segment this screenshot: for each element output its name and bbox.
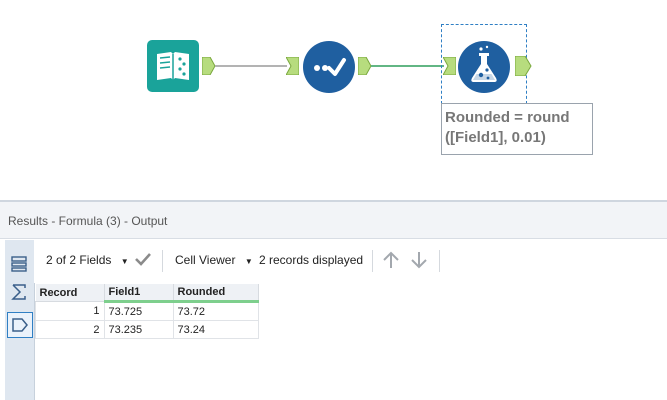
results-pane: Results - Formula (3) - Output 2 of 2 Fi… [0, 200, 667, 400]
toolbar-divider [162, 250, 163, 272]
arrow-down-icon [411, 252, 427, 269]
fields-label: 2 of 2 Fields [46, 253, 112, 267]
table-view-button[interactable] [7, 252, 31, 276]
field1-cell[interactable]: 73.235 [103, 320, 174, 339]
output-anchor-1[interactable] [202, 57, 215, 75]
fields-selector[interactable]: 2 of 2 Fields ▼ [46, 253, 129, 267]
rounded-cell[interactable]: 73.72 [172, 301, 259, 321]
sigma-icon [11, 284, 26, 300]
workflow-connections [213, 65, 444, 67]
apply-fields-button[interactable] [134, 250, 152, 271]
results-table: Record Field1 Rounded 1 73.725 73.72 2 7… [35, 284, 259, 339]
workflow-canvas[interactable]: Rounded = round ([Field1], 0.01) [0, 0, 667, 200]
table-row[interactable]: 1 73.725 73.72 [35, 301, 259, 321]
table-row[interactable]: 2 73.235 73.24 [35, 320, 259, 339]
column-header-field1[interactable]: Field1 [104, 284, 174, 303]
column-header-rounded[interactable]: Rounded [173, 284, 259, 303]
tag-icon [12, 318, 28, 332]
table-header-row: Record Field1 Rounded [35, 284, 259, 303]
records-count: 2 records displayed [259, 253, 364, 267]
results-header: Results - Formula (3) - Output [0, 202, 667, 239]
input-anchor-2[interactable] [286, 57, 299, 75]
cell-viewer-label: Cell Viewer [175, 253, 236, 267]
cell-viewer-dropdown[interactable]: Cell Viewer ▼ [175, 253, 253, 267]
output-anchor-2[interactable] [358, 57, 371, 75]
scroll-up-button[interactable] [382, 250, 400, 273]
book-icon [147, 40, 199, 92]
list-icon [11, 256, 27, 272]
metadata-view-button[interactable] [7, 312, 33, 338]
results-view-rail [5, 240, 35, 400]
select-tool[interactable] [302, 40, 356, 94]
results-toolbar: 2 of 2 Fields ▼ Cell Viewer ▼ 2 records … [34, 240, 667, 283]
formula-annotation: Rounded = round ([Field1], 0.01) [441, 103, 593, 155]
scroll-down-button[interactable] [410, 250, 428, 273]
annotation-line-2: ([Field1], 0.01) [445, 129, 546, 146]
record-cell[interactable]: 2 [35, 320, 105, 339]
flask-icon [458, 41, 510, 93]
rounded-cell[interactable]: 73.24 [172, 320, 259, 339]
arrow-up-icon [383, 251, 399, 268]
toolbar-divider [439, 250, 440, 272]
check-icon [135, 253, 151, 266]
checkmark-icon [303, 41, 355, 93]
summary-view-button[interactable] [7, 280, 31, 304]
column-header-record[interactable]: Record [35, 284, 105, 302]
record-cell[interactable]: 1 [35, 301, 105, 321]
input-data-tool[interactable] [147, 40, 199, 92]
toolbar-divider [372, 250, 373, 272]
results-title: Results - Formula (3) - Output [8, 214, 168, 228]
input-anchor-3[interactable] [443, 57, 456, 75]
annotation-line-1: Rounded = round [445, 109, 570, 126]
output-anchor-3[interactable] [515, 56, 532, 76]
field1-cell[interactable]: 73.725 [103, 301, 174, 321]
chevron-down-icon: ▼ [120, 257, 129, 266]
formula-tool[interactable] [457, 40, 511, 94]
chevron-down-icon: ▼ [244, 257, 253, 266]
